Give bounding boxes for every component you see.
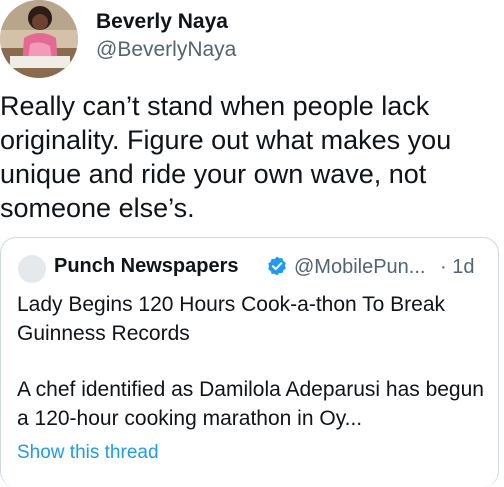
author-handle[interactable]: @BeverlyNaya <box>96 38 236 62</box>
show-thread-link[interactable]: Show this thread <box>17 442 159 464</box>
quoted-headline: Lady Begins 120 Hours Cook-a-thon To Bre… <box>17 293 446 345</box>
avatar-photo <box>0 0 78 78</box>
quoted-text: Lady Begins 120 Hours Cook-a-thon To Bre… <box>17 291 487 433</box>
verified-badge-icon <box>268 256 286 276</box>
quoted-tweet[interactable]: Punch Newspapers @MobilePun... · 1d Lady… <box>0 237 499 487</box>
quoted-timestamp[interactable]: · 1d <box>440 256 474 279</box>
author-avatar[interactable] <box>0 0 78 78</box>
separator-dot: · <box>440 256 447 278</box>
quoted-author-name[interactable]: Punch Newspapers <box>54 255 239 278</box>
quoted-body: A chef identified as Damilola Adeparusi … <box>17 378 484 430</box>
author-name[interactable]: Beverly Naya <box>96 10 228 34</box>
quoted-author-avatar[interactable] <box>18 255 46 283</box>
tweet-text: Really can’t stand when people lack orig… <box>0 91 452 223</box>
quoted-time: 1d <box>452 256 475 278</box>
quoted-author-handle[interactable]: @MobilePun... <box>294 256 425 279</box>
